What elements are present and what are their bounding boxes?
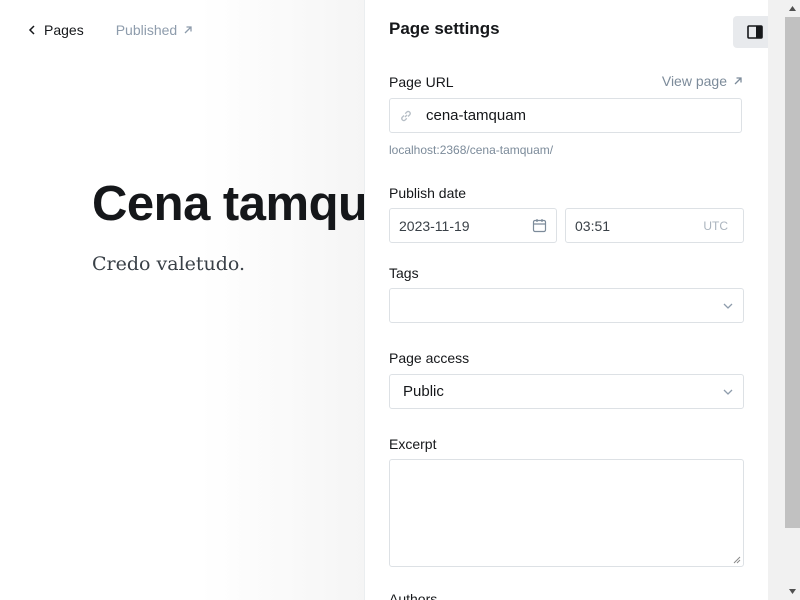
post-body-text[interactable]: Credo valetudo. [92,253,245,275]
back-link-label: Pages [44,22,84,38]
publish-time-input[interactable]: 03:51 UTC [565,208,744,243]
page-url-input[interactable]: cena-tamquam [389,98,742,133]
authors-label: Authors [389,591,438,600]
status-label: Published [115,22,178,38]
scrollbar-thumb-lower[interactable] [785,285,800,528]
arrow-up-right-icon [177,25,193,35]
scroll-down-arrow-icon[interactable] [785,583,800,600]
page-settings-panel: Page settings Page URL View page cena-ta… [364,0,769,600]
view-page-label: View page [661,73,727,89]
page-url-hint: localhost:2368/cena-tamquam/ [389,143,554,157]
sidebar-toggle-icon [747,25,763,39]
editor-top-nav: Pages Published [28,22,193,38]
view-page-link[interactable]: View page [662,73,743,89]
excerpt-textarea[interactable] [389,459,744,567]
scrollbar-thumb[interactable] [785,17,800,285]
panel-title: Page settings [389,19,500,38]
link-icon [399,109,413,123]
tags-label: Tags [389,265,419,281]
page-access-label: Page access [389,350,470,366]
publish-date-label: Publish date [389,185,467,201]
timezone-label: UTC [703,218,728,233]
page-access-select[interactable]: Public [389,374,744,409]
scrollbar[interactable] [785,0,800,600]
publish-date-value: 2023-11-19 [399,217,470,234]
editor-area: Pages Published Cena tamquam Credo valet… [0,0,364,600]
excerpt-label: Excerpt [389,436,437,452]
tags-select[interactable] [389,288,744,323]
chevron-down-icon [723,389,733,395]
publish-date-input[interactable]: 2023-11-19 [389,208,557,243]
publish-time-value: 03:51 [575,217,611,234]
sidebar-toggle-button[interactable] [733,16,769,48]
scroll-up-arrow-icon[interactable] [785,0,800,17]
back-to-pages-link[interactable]: Pages [28,22,84,38]
resize-grip-icon[interactable] [733,556,741,564]
panel-scroll-gutter [768,0,785,600]
chevron-left-icon [28,25,44,35]
arrow-up-right-icon [727,76,743,86]
calendar-icon[interactable] [532,218,547,233]
chevron-down-icon [723,303,733,309]
post-title[interactable]: Cena tamquam [92,176,364,232]
page-access-value: Public [403,383,444,400]
published-status[interactable]: Published [116,22,194,38]
page-url-label: Page URL [389,74,454,90]
page-url-value: cena-tamquam [426,107,527,124]
